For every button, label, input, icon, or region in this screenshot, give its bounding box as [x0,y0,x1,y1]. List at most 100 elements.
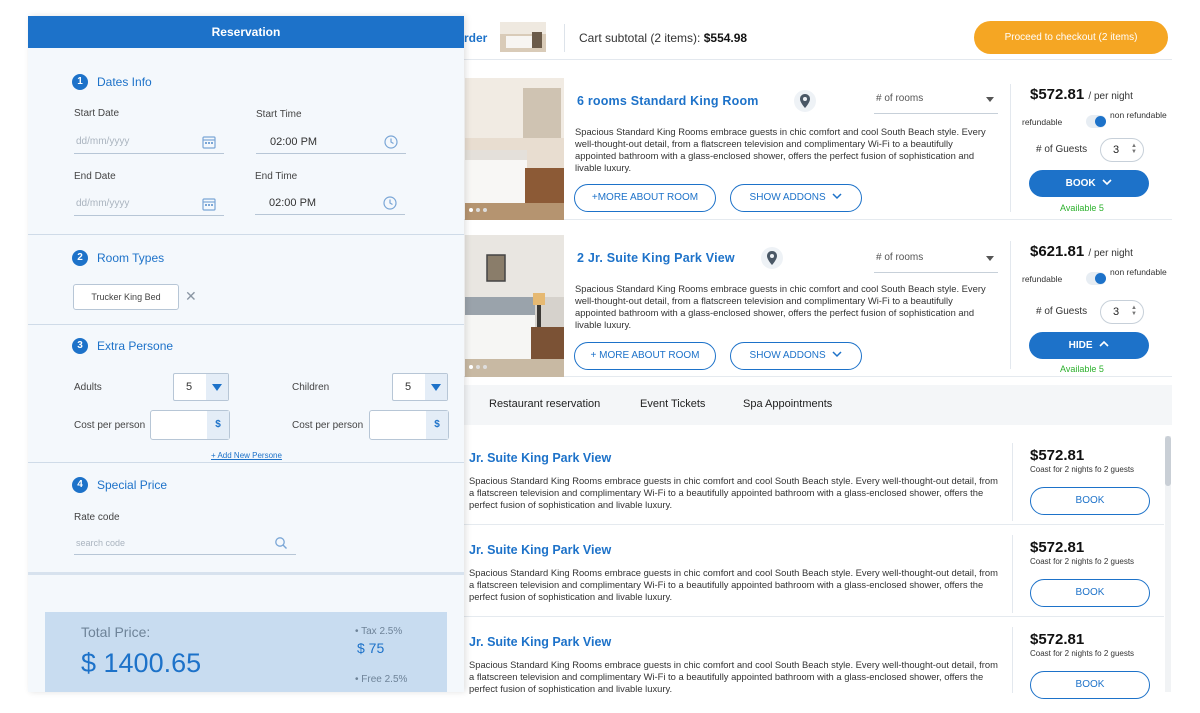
column-divider [1010,241,1011,369]
book-button[interactable]: BOOK [1029,170,1149,197]
cart-item-thumbnail [500,22,546,52]
room-photo[interactable] [465,235,564,377]
order-link[interactable]: rder [464,31,487,45]
refund-toggle[interactable] [1086,115,1106,128]
show-addons-button[interactable]: SHOW ADDONS [730,342,862,370]
dates-info-title: 1 Dates Info [72,74,152,90]
scrollbar[interactable] [1165,436,1171,692]
book-button[interactable]: BOOK [1030,487,1150,515]
currency-addon: $ [207,411,229,439]
list-item: Jr. Suite King Park View Spacious Standa… [464,529,1164,617]
separator [564,24,565,52]
scrollbar-thumb[interactable] [1165,436,1171,486]
adult-cost-input[interactable]: $ [150,410,230,440]
step-number: 2 [72,250,88,266]
section-divider [28,324,464,325]
subtotal-value: $554.98 [703,31,748,45]
addon-price: $572.81 [1030,539,1085,556]
reservation-panel: Reservation 1 Dates Info Start Date dd/m… [28,16,464,692]
step-number: 3 [72,338,88,354]
calendar-icon[interactable] [202,197,216,211]
children-label: Children [292,382,330,393]
room-types-title: 2 Room Types [72,250,164,266]
room-type-chip[interactable]: Trucker King Bed [73,284,179,310]
location-pin-icon[interactable] [794,90,816,112]
chevron-down-icon [832,193,842,200]
room-photo[interactable] [465,78,564,220]
end-time-input[interactable]: 02:00 PM [255,191,405,215]
refundable-label: refundable [1022,274,1063,284]
chevron-down-icon[interactable] [425,374,447,400]
addon-price: $572.81 [1030,631,1085,648]
guests-stepper[interactable]: 3 ▲ ▼ [1100,300,1144,324]
room-price: $621.81 / per night [1030,243,1133,260]
tab-restaurant-reservation[interactable]: Restaurant reservation [489,398,600,410]
start-date-label: Start Date [74,108,120,119]
room-title[interactable]: 6 rooms Standard King Room [577,94,759,108]
rooms-select[interactable]: # of rooms [874,247,998,273]
adults-select[interactable]: 5 [173,373,229,401]
checkout-button[interactable]: Proceed to checkout (2 items) [974,21,1168,54]
search-icon[interactable] [274,536,288,550]
step-number: 1 [72,74,88,90]
start-time-label: Start Time [256,109,302,120]
book-button[interactable]: BOOK [1030,579,1150,607]
show-addons-button[interactable]: SHOW ADDONS [730,184,862,212]
guests-label: # of Guests [1036,144,1088,155]
tax-value: $ 75 [357,640,385,656]
list-item: Jr. Suite King Park View Spacious Standa… [464,621,1164,699]
addon-title[interactable]: Jr. Suite King Park View [469,451,611,465]
refund-toggle[interactable] [1086,272,1106,285]
start-time-input[interactable]: 02:00 PM [256,130,406,154]
addon-tabs: Restaurant reservation Event Tickets Spa… [464,385,1172,425]
tab-spa-appointments[interactable]: Spa Appointments [743,398,832,410]
hide-button[interactable]: HIDE [1029,332,1149,359]
tab-event-tickets[interactable]: Event Tickets [640,398,705,410]
column-divider [1012,443,1013,521]
section-divider [28,234,464,235]
addon-price-note: Coast for 2 nights fo 2 guests [1030,649,1135,658]
children-cost-input[interactable]: $ [369,410,449,440]
addon-title[interactable]: Jr. Suite King Park View [469,543,611,557]
guests-label: # of Guests [1036,306,1088,317]
column-divider [1012,535,1013,613]
room-card: 6 rooms Standard King Room # of rooms Sp… [464,78,1172,220]
end-time-label: End Time [255,171,298,182]
addon-title[interactable]: Jr. Suite King Park View [469,635,611,649]
room-title[interactable]: 2 Jr. Suite King Park View [577,251,735,265]
more-about-room-button[interactable]: +MORE ABOUT ROOM [574,184,716,212]
chevron-down-icon[interactable] [206,374,228,400]
tax-label: • Tax 2.5% [355,626,403,637]
calendar-icon[interactable] [202,135,216,149]
add-new-persone-link[interactable]: + Add New Persone [211,451,282,460]
clock-icon[interactable] [383,196,397,210]
room-price: $572.81 / per night [1030,86,1133,103]
room-description: Spacious Standard King Rooms embrace gue… [575,283,986,330]
end-date-input[interactable]: dd/mm/yyyy [74,192,224,216]
special-price-title: 4 Special Price [72,477,167,493]
more-about-room-button[interactable]: + MORE ABOUT ROOM [574,342,716,370]
start-date-input[interactable]: dd/mm/yyyy [74,130,224,154]
room-description: Spacious Standard King Rooms embrace gue… [575,126,986,173]
cart-subtotal: Cart subtotal (2 items): $554.98 [579,31,748,45]
extra-persone-title: 3 Extra Persone [72,338,173,354]
rate-code-input[interactable]: search code [74,531,296,555]
non-refundable-label: non refundable [1110,110,1167,120]
availability: Available 5 [1060,203,1104,213]
column-divider [1010,84,1011,212]
currency-addon: $ [426,411,448,439]
location-pin-icon[interactable] [761,247,783,269]
rate-code-label: Rate code [74,512,120,523]
step-number: 4 [72,477,88,493]
close-icon[interactable]: ✕ [185,288,197,305]
cart-bar: rder Cart subtotal (2 items): $554.98 Pr… [464,16,1172,60]
total-price-label: Total Price: [81,624,151,640]
section-divider [28,462,464,463]
book-button[interactable]: BOOK [1030,671,1150,699]
stepper-arrows-icon[interactable]: ▲ ▼ [1131,305,1137,317]
children-select[interactable]: 5 [392,373,448,401]
clock-icon[interactable] [384,135,398,149]
stepper-arrows-icon[interactable]: ▲ ▼ [1131,143,1137,155]
rooms-select[interactable]: # of rooms [874,88,998,114]
guests-stepper[interactable]: 3 ▲ ▼ [1100,138,1144,162]
